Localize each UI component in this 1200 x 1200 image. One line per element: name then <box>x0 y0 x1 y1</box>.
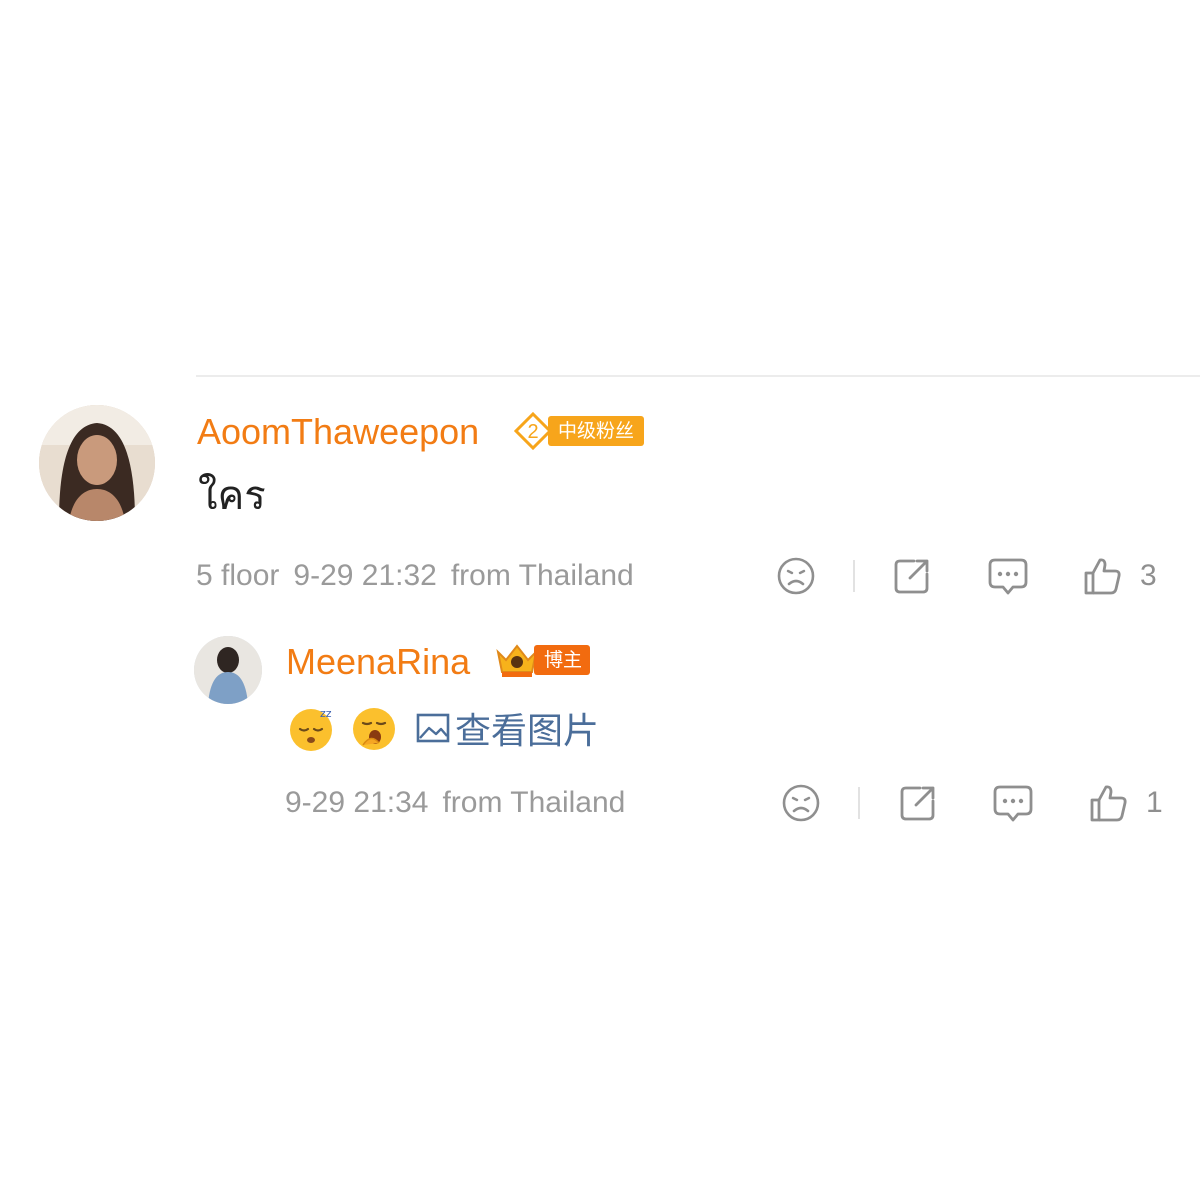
dislike-icon <box>777 557 815 595</box>
comment-icon <box>988 558 1028 595</box>
image-icon <box>416 713 450 743</box>
like-icon <box>1090 785 1127 822</box>
floor-label: 5 floor <box>196 559 280 592</box>
reply-location: from Thailand <box>442 786 626 819</box>
reply-content: zz 查看图片 <box>287 702 599 754</box>
share-icon <box>900 786 935 821</box>
username[interactable]: AoomThaweepon <box>197 410 479 454</box>
dislike-button[interactable] <box>776 556 816 596</box>
divider <box>196 375 1200 377</box>
reply-avatar[interactable] <box>194 636 262 704</box>
fan-level-badge[interactable]: 2 中级粉丝 <box>514 412 645 450</box>
action-separator <box>853 560 855 592</box>
fan-badge-label: 中级粉丝 <box>548 416 645 446</box>
avatar[interactable] <box>39 405 155 521</box>
share-icon <box>894 559 929 594</box>
reply-meta: 9-29 21:34 from Thailand <box>285 785 639 821</box>
timestamp: 9-29 21:32 <box>293 559 437 592</box>
svg-text:2: 2 <box>527 421 538 443</box>
view-image-link[interactable]: 查看图片 <box>415 702 599 754</box>
comment-meta: 5 floor 9-29 21:32 from Thailand <box>196 558 648 594</box>
comment-icon <box>993 785 1033 822</box>
comment-button[interactable] <box>987 556 1029 596</box>
reply-like-count: 1 <box>1146 786 1163 819</box>
like-icon <box>1084 558 1121 595</box>
reply-share-button[interactable] <box>898 783 938 823</box>
reply-like-button[interactable]: 1 <box>1088 783 1163 823</box>
reply-dislike-button[interactable] <box>781 783 821 823</box>
dislike-icon <box>782 784 820 822</box>
view-image-label: 查看图片 <box>455 711 600 752</box>
reply-timestamp: 9-29 21:34 <box>285 786 429 819</box>
host-badge[interactable]: 博主 <box>494 640 591 680</box>
like-button[interactable]: 3 <box>1082 556 1157 596</box>
host-badge-label: 博主 <box>534 645 591 675</box>
location: from Thailand <box>450 559 634 592</box>
sleeping-emoji-icon: zz <box>290 707 332 751</box>
diamond-level-icon: 2 <box>514 412 552 450</box>
comment-text: ใคร <box>198 473 266 519</box>
share-button[interactable] <box>892 556 932 596</box>
reply-username[interactable]: MeenaRina <box>286 640 470 684</box>
reply-comment-button[interactable] <box>992 783 1034 823</box>
svg-text:zz: zz <box>320 707 332 720</box>
like-count: 3 <box>1140 559 1157 592</box>
yawning-emoji-icon <box>353 708 395 750</box>
action-separator <box>858 787 860 819</box>
